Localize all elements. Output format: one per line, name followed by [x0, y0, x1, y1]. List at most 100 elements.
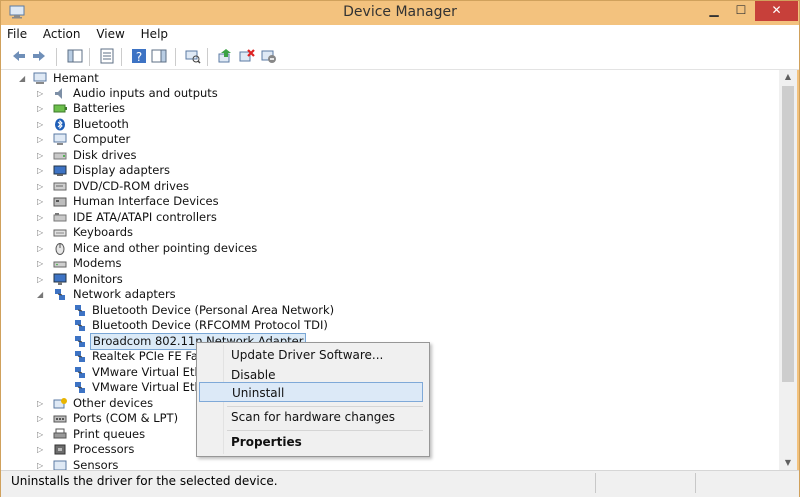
disk-drive-icon	[53, 152, 67, 160]
toolbar-separator	[89, 48, 90, 66]
tree-item-label: Ports (COM & LPT)	[73, 411, 179, 425]
keyboard-icon	[53, 229, 67, 237]
collapse-arrow-icon[interactable]: ◢	[19, 71, 27, 86]
expand-arrow-icon[interactable]: ▷	[37, 458, 45, 470]
scan-hardware-icon[interactable]	[185, 48, 201, 64]
back-arrow-icon[interactable]	[11, 48, 27, 64]
toolbar-separator	[56, 48, 57, 66]
tree-item-label: Other devices	[73, 396, 154, 410]
tree-item-label: Bluetooth	[73, 117, 129, 131]
expand-arrow-icon[interactable]: ▷	[37, 194, 45, 209]
menu-action[interactable]: Action	[37, 25, 87, 41]
expand-arrow-icon[interactable]: ▷	[37, 225, 45, 240]
expand-arrow-icon[interactable]: ▷	[37, 117, 45, 132]
menu-file[interactable]: File	[1, 25, 33, 41]
action-pane-icon[interactable]	[151, 48, 167, 64]
status-text: Uninstalls the driver for the selected d…	[11, 474, 278, 488]
toolbar-separator	[207, 48, 208, 66]
tree-item-label: Mice and other pointing devices	[73, 241, 258, 255]
tree-item-label: Print queues	[73, 427, 146, 441]
tree-item-label: Human Interface Devices	[73, 194, 219, 208]
network-adapter-icon	[75, 351, 85, 362]
expand-arrow-icon[interactable]: ▷	[37, 241, 45, 256]
tree-item-label: VMware Virtual Ethe	[92, 365, 209, 379]
tree-item-label: Disk drives	[73, 148, 137, 162]
speaker-icon	[55, 88, 62, 99]
disable-icon[interactable]	[261, 48, 277, 64]
tree-item-label: Display adapters	[73, 163, 171, 177]
tree-item-label: Sensors	[73, 458, 119, 470]
tree-item-label: Bluetooth Device (Personal Area Network)	[92, 303, 335, 317]
ide-controller-icon	[53, 213, 67, 222]
forward-arrow-icon[interactable]	[31, 48, 47, 64]
tree-item-label: DVD/CD-ROM drives	[73, 179, 189, 193]
menu-separator	[227, 430, 423, 431]
expand-arrow-icon[interactable]: ▷	[37, 101, 45, 116]
collapse-arrow-icon[interactable]: ◢	[37, 287, 45, 302]
vertical-scrollbar[interactable]: ▲ ▼	[779, 70, 797, 470]
menu-item-uninstall[interactable]: Uninstall	[199, 382, 423, 402]
menu-view[interactable]: View	[90, 25, 130, 41]
status-divider	[695, 473, 696, 493]
hid-icon	[53, 197, 67, 207]
show-hide-console-tree-icon[interactable]	[67, 48, 83, 64]
update-driver-icon[interactable]	[217, 48, 233, 64]
modem-icon	[53, 261, 67, 268]
expand-arrow-icon[interactable]: ▷	[37, 411, 45, 426]
uninstall-icon[interactable]	[239, 48, 255, 64]
display-adapter-icon	[53, 165, 67, 176]
maximize-button[interactable]: ☐	[728, 1, 754, 21]
menu-item-scan-hardware[interactable]: Scan for hardware changes	[199, 407, 423, 427]
expand-arrow-icon[interactable]: ▷	[37, 179, 45, 194]
device-manager-window: Device Manager ▁ ☐ ✕ File Action View He…	[0, 0, 800, 497]
expand-arrow-icon[interactable]: ▷	[37, 210, 45, 225]
network-adapter-icon	[75, 320, 85, 331]
toolbar-separator	[121, 48, 122, 66]
other-devices-icon	[53, 398, 67, 409]
properties-icon[interactable]	[99, 48, 115, 64]
status-divider	[595, 473, 596, 493]
tree-item-label: VMware Virtual Ethe	[92, 380, 209, 394]
expand-arrow-icon[interactable]: ▷	[37, 132, 45, 147]
tree-item-label: Bluetooth Device (RFCOMM Protocol TDI)	[92, 318, 328, 332]
toolbar: ?	[1, 45, 799, 70]
mouse-icon	[55, 243, 65, 255]
tree-item-label: Audio inputs and outputs	[73, 86, 218, 100]
monitor-icon	[53, 273, 67, 285]
expand-arrow-icon[interactable]: ▷	[37, 163, 45, 178]
sensor-icon	[53, 460, 67, 470]
title-bar[interactable]: Device Manager ▁ ☐ ✕	[1, 1, 799, 25]
toolbar-separator	[175, 48, 176, 66]
menu-bar: File Action View Help	[1, 25, 799, 45]
dvd-drive-icon	[53, 182, 67, 191]
menu-help[interactable]: Help	[135, 25, 174, 41]
expand-arrow-icon[interactable]: ▷	[37, 396, 45, 411]
port-icon	[53, 415, 67, 423]
network-adapter-icon	[75, 336, 85, 347]
expand-arrow-icon[interactable]: ▷	[37, 148, 45, 163]
menu-item-update-driver[interactable]: Update Driver Software...	[199, 345, 423, 365]
window-title: Device Manager	[343, 4, 457, 20]
network-adapter-icon	[75, 367, 85, 378]
tree-item-label: Keyboards	[73, 225, 134, 239]
menu-item-properties[interactable]: Properties	[199, 432, 423, 452]
expand-arrow-icon[interactable]: ▷	[37, 256, 45, 271]
tree-item-label: IDE ATA/ATAPI controllers	[73, 210, 217, 224]
expand-arrow-icon[interactable]: ▷	[37, 442, 45, 457]
printer-icon	[53, 428, 67, 439]
expand-arrow-icon[interactable]: ▷	[37, 427, 45, 442]
scroll-thumb[interactable]	[782, 86, 794, 382]
minimize-button[interactable]: ▁	[701, 1, 727, 21]
tree-item-label: Processors	[73, 442, 135, 456]
scroll-up-button[interactable]: ▲	[779, 70, 797, 84]
tree-item-label: Modems	[73, 256, 122, 270]
tree-item-label: Batteries	[73, 101, 126, 115]
expand-arrow-icon[interactable]: ▷	[37, 272, 45, 287]
status-bar: Uninstalls the driver for the selected d…	[1, 470, 799, 497]
help-icon[interactable]: ?	[131, 48, 147, 64]
tree-item-label: Monitors	[73, 272, 123, 286]
close-button[interactable]: ✕	[755, 1, 798, 21]
expand-arrow-icon[interactable]: ▷	[37, 86, 45, 101]
scroll-down-button[interactable]: ▼	[779, 456, 797, 470]
tree-item-label: Computer	[73, 132, 131, 146]
